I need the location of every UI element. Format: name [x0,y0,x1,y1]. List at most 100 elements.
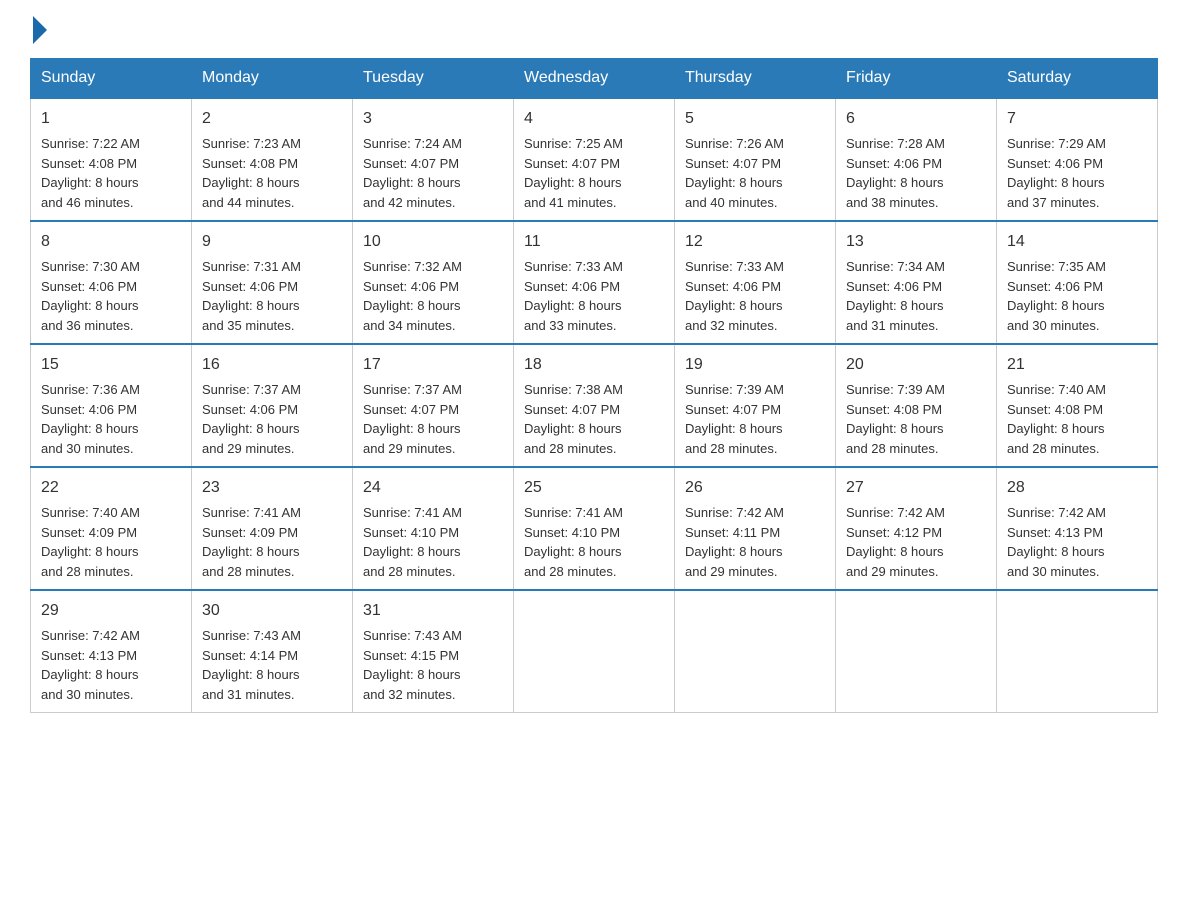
day-number: 21 [1007,353,1147,377]
sunrise-info: Sunrise: 7:42 AM [685,505,784,520]
sunrise-info: Sunrise: 7:33 AM [524,259,623,274]
day-number: 23 [202,476,342,500]
sunrise-info: Sunrise: 7:35 AM [1007,259,1106,274]
day-number: 28 [1007,476,1147,500]
calendar-cell: 17Sunrise: 7:37 AMSunset: 4:07 PMDayligh… [353,344,514,467]
daylight-info: Daylight: 8 hours [524,298,622,313]
calendar-cell: 1Sunrise: 7:22 AMSunset: 4:08 PMDaylight… [31,98,192,221]
daylight-minutes: and 32 minutes. [685,318,778,333]
calendar-cell: 18Sunrise: 7:38 AMSunset: 4:07 PMDayligh… [514,344,675,467]
daylight-info: Daylight: 8 hours [524,544,622,559]
day-number: 10 [363,230,503,254]
calendar-cell: 31Sunrise: 7:43 AMSunset: 4:15 PMDayligh… [353,590,514,713]
day-number: 11 [524,230,664,254]
day-number: 26 [685,476,825,500]
daylight-info: Daylight: 8 hours [202,175,300,190]
daylight-info: Daylight: 8 hours [202,667,300,682]
daylight-minutes: and 29 minutes. [202,441,295,456]
day-number: 5 [685,107,825,131]
daylight-info: Daylight: 8 hours [363,175,461,190]
daylight-minutes: and 28 minutes. [685,441,778,456]
daylight-minutes: and 30 minutes. [1007,564,1100,579]
daylight-info: Daylight: 8 hours [363,421,461,436]
sunset-info: Sunset: 4:11 PM [685,525,780,540]
daylight-minutes: and 41 minutes. [524,195,617,210]
header-thursday: Thursday [675,59,836,99]
daylight-info: Daylight: 8 hours [41,667,139,682]
header-monday: Monday [192,59,353,99]
daylight-minutes: and 35 minutes. [202,318,295,333]
header-saturday: Saturday [997,59,1158,99]
daylight-minutes: and 34 minutes. [363,318,456,333]
daylight-minutes: and 28 minutes. [202,564,295,579]
day-number: 24 [363,476,503,500]
calendar-cell [675,590,836,713]
daylight-minutes: and 30 minutes. [1007,318,1100,333]
sunset-info: Sunset: 4:06 PM [846,156,942,171]
day-number: 15 [41,353,181,377]
day-number: 8 [41,230,181,254]
day-number: 2 [202,107,342,131]
sunset-info: Sunset: 4:08 PM [41,156,137,171]
calendar-cell: 20Sunrise: 7:39 AMSunset: 4:08 PMDayligh… [836,344,997,467]
daylight-info: Daylight: 8 hours [846,421,944,436]
calendar-table: SundayMondayTuesdayWednesdayThursdayFrid… [30,58,1158,713]
sunset-info: Sunset: 4:07 PM [685,402,781,417]
sunrise-info: Sunrise: 7:43 AM [363,628,462,643]
sunrise-info: Sunrise: 7:36 AM [41,382,140,397]
daylight-minutes: and 28 minutes. [363,564,456,579]
calendar-cell: 7Sunrise: 7:29 AMSunset: 4:06 PMDaylight… [997,98,1158,221]
sunrise-info: Sunrise: 7:42 AM [41,628,140,643]
calendar-cell: 2Sunrise: 7:23 AMSunset: 4:08 PMDaylight… [192,98,353,221]
sunrise-info: Sunrise: 7:39 AM [685,382,784,397]
sunset-info: Sunset: 4:09 PM [202,525,298,540]
day-number: 1 [41,107,181,131]
daylight-minutes: and 29 minutes. [846,564,939,579]
sunset-info: Sunset: 4:06 PM [846,279,942,294]
sunset-info: Sunset: 4:14 PM [202,648,298,663]
daylight-info: Daylight: 8 hours [202,421,300,436]
calendar-cell: 9Sunrise: 7:31 AMSunset: 4:06 PMDaylight… [192,221,353,344]
sunset-info: Sunset: 4:06 PM [41,279,137,294]
daylight-minutes: and 28 minutes. [524,564,617,579]
sunset-info: Sunset: 4:06 PM [41,402,137,417]
sunrise-info: Sunrise: 7:40 AM [41,505,140,520]
sunrise-info: Sunrise: 7:38 AM [524,382,623,397]
day-number: 25 [524,476,664,500]
day-number: 12 [685,230,825,254]
calendar-cell: 25Sunrise: 7:41 AMSunset: 4:10 PMDayligh… [514,467,675,590]
daylight-minutes: and 32 minutes. [363,687,456,702]
calendar-cell: 3Sunrise: 7:24 AMSunset: 4:07 PMDaylight… [353,98,514,221]
daylight-info: Daylight: 8 hours [524,175,622,190]
calendar-cell: 4Sunrise: 7:25 AMSunset: 4:07 PMDaylight… [514,98,675,221]
daylight-minutes: and 28 minutes. [1007,441,1100,456]
calendar-cell [997,590,1158,713]
sunset-info: Sunset: 4:13 PM [41,648,137,663]
calendar-cell: 28Sunrise: 7:42 AMSunset: 4:13 PMDayligh… [997,467,1158,590]
calendar-week-4: 22Sunrise: 7:40 AMSunset: 4:09 PMDayligh… [31,467,1158,590]
sunrise-info: Sunrise: 7:25 AM [524,136,623,151]
sunrise-info: Sunrise: 7:32 AM [363,259,462,274]
day-number: 13 [846,230,986,254]
daylight-info: Daylight: 8 hours [846,298,944,313]
calendar-cell: 26Sunrise: 7:42 AMSunset: 4:11 PMDayligh… [675,467,836,590]
sunset-info: Sunset: 4:08 PM [1007,402,1103,417]
sunrise-info: Sunrise: 7:33 AM [685,259,784,274]
day-number: 3 [363,107,503,131]
daylight-minutes: and 46 minutes. [41,195,134,210]
sunrise-info: Sunrise: 7:30 AM [41,259,140,274]
sunrise-info: Sunrise: 7:42 AM [1007,505,1106,520]
sunset-info: Sunset: 4:15 PM [363,648,459,663]
day-number: 7 [1007,107,1147,131]
calendar-cell: 16Sunrise: 7:37 AMSunset: 4:06 PMDayligh… [192,344,353,467]
sunrise-info: Sunrise: 7:24 AM [363,136,462,151]
sunset-info: Sunset: 4:08 PM [846,402,942,417]
sunrise-info: Sunrise: 7:41 AM [524,505,623,520]
calendar-cell: 14Sunrise: 7:35 AMSunset: 4:06 PMDayligh… [997,221,1158,344]
header-sunday: Sunday [31,59,192,99]
sunset-info: Sunset: 4:07 PM [685,156,781,171]
daylight-info: Daylight: 8 hours [363,298,461,313]
daylight-info: Daylight: 8 hours [685,175,783,190]
logo [30,20,47,38]
calendar-cell: 8Sunrise: 7:30 AMSunset: 4:06 PMDaylight… [31,221,192,344]
